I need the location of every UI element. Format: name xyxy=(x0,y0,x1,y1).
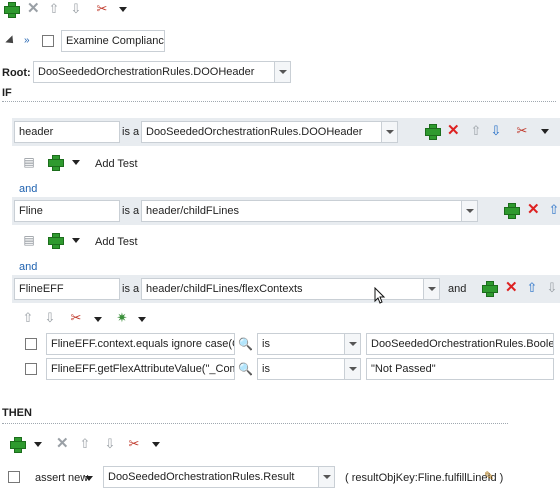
if-label: IF xyxy=(2,87,12,99)
add-test-menu-chevron-icon[interactable] xyxy=(72,160,80,165)
edit-params-icon[interactable]: ✎ xyxy=(482,469,496,483)
then-label: THEN xyxy=(2,407,32,419)
root-select[interactable]: DooSeededOrchestrationRules.DOOHeader xyxy=(33,61,291,83)
gear-icon[interactable]: ✷ xyxy=(115,311,129,325)
cut-menu-chevron-icon[interactable] xyxy=(541,129,549,134)
test-operator-value: is xyxy=(262,338,270,350)
is-a-label: is a xyxy=(122,283,140,295)
test-operator-select[interactable]: is xyxy=(257,358,361,380)
test-right-expression[interactable]: DooSeededOrchestrationRules.Boolean.TR xyxy=(366,333,554,355)
cut-menu-chevron-icon[interactable] xyxy=(94,317,102,322)
delete-pattern-icon[interactable]: ✕ xyxy=(527,202,540,217)
is-a-label: is a xyxy=(122,205,140,217)
pattern-alias-field[interactable]: header xyxy=(14,121,120,143)
cut-icon[interactable]: ✂ xyxy=(69,311,83,325)
delete-rule-icon[interactable]: ✕ xyxy=(27,1,40,16)
is-a-label: is a xyxy=(122,126,140,138)
if-divider xyxy=(2,101,556,102)
expand-details-icon[interactable]: » xyxy=(24,36,34,46)
test-operator-value: is xyxy=(262,363,270,375)
chevron-down-icon[interactable] xyxy=(423,279,439,299)
chevron-down-icon[interactable] xyxy=(318,467,334,487)
move-up-icon[interactable]: ⇧ xyxy=(526,281,538,294)
test-right-expression[interactable]: "Not Passed" xyxy=(366,358,554,380)
move-down-icon[interactable]: ⇩ xyxy=(44,311,56,324)
action-type-chevron-icon[interactable] xyxy=(85,476,93,481)
add-test-label[interactable]: Add Test xyxy=(95,157,138,171)
gear-menu-chevron-icon[interactable] xyxy=(138,317,146,322)
magnify-icon[interactable]: 🔍 xyxy=(238,362,253,376)
add-rule-plus-icon[interactable] xyxy=(4,2,20,18)
add-pattern-plus-icon[interactable] xyxy=(504,203,520,219)
and-connector[interactable]: and xyxy=(19,260,37,274)
move-down-icon[interactable]: ⇩ xyxy=(490,124,502,137)
mouse-cursor-icon xyxy=(374,287,386,304)
magnify-icon[interactable]: 🔍 xyxy=(238,337,253,351)
cut-menu-chevron-icon[interactable] xyxy=(119,7,127,12)
collapse-rule-icon[interactable] xyxy=(5,35,17,47)
move-down-icon[interactable]: ⇩ xyxy=(70,2,82,15)
move-up-icon[interactable]: ⇧ xyxy=(48,2,60,15)
pattern-fact-value: header/childFLines xyxy=(146,205,239,217)
chevron-down-icon[interactable] xyxy=(344,359,360,379)
move-up-icon[interactable]: ⇧ xyxy=(22,311,34,324)
add-test-plus-icon[interactable] xyxy=(48,155,64,171)
pattern-fact-value: DooSeededOrchestrationRules.DOOHeader xyxy=(146,126,363,138)
delete-pattern-icon[interactable]: ✕ xyxy=(447,123,460,138)
test-operator-select[interactable]: is xyxy=(257,333,361,355)
pattern-fact-select[interactable]: header/childFLines xyxy=(141,200,478,222)
action-type-label[interactable]: assert new xyxy=(35,471,88,485)
add-pattern-plus-icon[interactable] xyxy=(482,281,498,297)
root-select-value: DooSeededOrchestrationRules.DOOHeader xyxy=(38,66,255,78)
pattern-alias-field[interactable]: Fline xyxy=(14,200,120,222)
move-up-icon[interactable]: ⇧ xyxy=(79,437,91,450)
action-params[interactable]: ( resultObjKey:Fline.fulfillLineId ) xyxy=(345,471,503,485)
add-action-plus-icon[interactable] xyxy=(10,437,26,453)
copy-icon[interactable]: ▤ xyxy=(22,233,36,247)
cut-icon[interactable]: ✂ xyxy=(95,2,109,16)
test-left-expression[interactable]: FlineEFF.getFlexAttributeValue("_Complia… xyxy=(46,358,235,380)
chevron-down-icon[interactable] xyxy=(344,334,360,354)
delete-pattern-icon[interactable]: ✕ xyxy=(505,280,518,295)
action-checkbox[interactable] xyxy=(8,471,20,483)
add-action-menu-chevron-icon[interactable] xyxy=(34,442,42,447)
pattern-alias-field[interactable]: FlineEFF xyxy=(14,278,120,300)
rule-checkbox[interactable] xyxy=(42,35,54,47)
delete-action-icon[interactable]: ✕ xyxy=(56,436,69,451)
pattern-fact-value: header/childFLines/flexContexts xyxy=(146,283,303,295)
add-test-plus-icon[interactable] xyxy=(48,233,64,249)
test-checkbox[interactable] xyxy=(25,363,37,375)
copy-icon[interactable]: ▤ xyxy=(22,155,36,169)
move-down-icon[interactable]: ⇩ xyxy=(104,437,116,450)
add-test-menu-chevron-icon[interactable] xyxy=(72,238,80,243)
test-checkbox[interactable] xyxy=(25,338,37,350)
test-left-expression[interactable]: FlineEFF.context.equals ignore case(Comp… xyxy=(46,333,235,355)
move-up-icon[interactable]: ⇧ xyxy=(548,203,560,216)
pattern-fact-select[interactable]: DooSeededOrchestrationRules.DOOHeader xyxy=(141,121,398,143)
chevron-down-icon[interactable] xyxy=(381,122,397,142)
pattern-fact-select[interactable]: header/childFLines/flexContexts xyxy=(141,278,440,300)
add-test-label[interactable]: Add Test xyxy=(95,235,138,249)
move-up-icon[interactable]: ⇧ xyxy=(470,124,482,137)
and-connector[interactable]: and xyxy=(19,182,37,196)
cut-icon[interactable]: ✂ xyxy=(515,124,529,138)
cut-menu-chevron-icon[interactable] xyxy=(152,442,160,447)
root-label: Root: xyxy=(2,67,31,79)
chevron-down-icon[interactable] xyxy=(274,62,290,82)
chevron-down-icon[interactable] xyxy=(461,201,477,221)
then-divider xyxy=(2,423,508,424)
rule-name-field[interactable]: Examine Compliance St xyxy=(61,30,165,52)
add-pattern-plus-icon[interactable] xyxy=(425,124,441,140)
and-connector[interactable]: and xyxy=(448,282,466,296)
move-down-icon[interactable]: ⇩ xyxy=(546,281,558,294)
action-target-select[interactable]: DooSeededOrchestrationRules.Result xyxy=(103,466,335,488)
action-target-value: DooSeededOrchestrationRules.Result xyxy=(108,471,295,483)
cut-icon[interactable]: ✂ xyxy=(127,437,141,451)
